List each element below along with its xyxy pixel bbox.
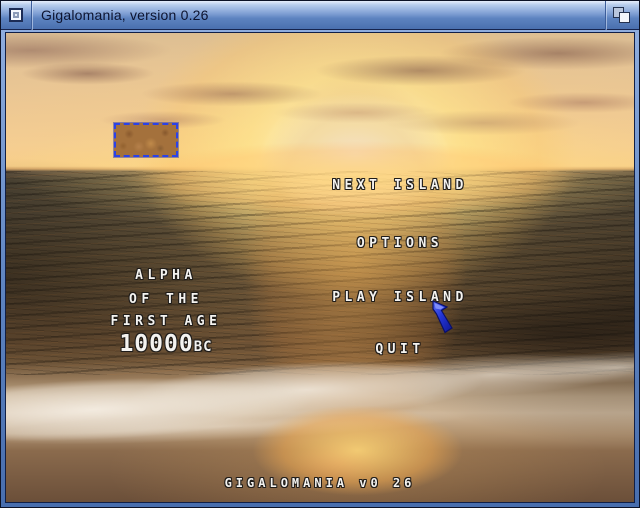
depth-button[interactable] xyxy=(606,1,639,30)
window-frame: ALPHA OF THE FIRST AGE 10000BC NEXT ISLA… xyxy=(1,30,639,507)
window-title: Gigalomania, version 0.26 xyxy=(41,7,209,23)
menu-item-quit[interactable]: QUIT xyxy=(250,343,550,357)
epoch-era: BC xyxy=(193,339,213,355)
menu-item-options[interactable]: OPTIONS xyxy=(250,237,550,251)
depth-icon xyxy=(613,6,632,24)
island-map-preview[interactable] xyxy=(114,123,178,157)
close-button[interactable] xyxy=(1,1,31,30)
menu-item-play-island[interactable]: PLAY ISLAND xyxy=(250,291,550,305)
footer-version-text: GIGALOMANIA v0 26 xyxy=(224,476,416,490)
app-window: Gigalomania, version 0.26 ALPHA OF THE F… xyxy=(0,0,640,508)
epoch-line-1: ALPHA xyxy=(135,268,197,283)
game-cursor-icon xyxy=(432,300,453,334)
menu-item-next-island[interactable]: NEXT ISLAND xyxy=(250,179,550,193)
sand-sun-reflection xyxy=(6,33,634,502)
game-screen: ALPHA OF THE FIRST AGE 10000BC NEXT ISLA… xyxy=(5,32,635,503)
titlebar[interactable]: Gigalomania, version 0.26 xyxy=(1,0,639,30)
close-icon xyxy=(9,8,23,22)
epoch-year-value: 10000 xyxy=(119,331,194,357)
epoch-line-3: FIRST AGE xyxy=(110,314,222,329)
